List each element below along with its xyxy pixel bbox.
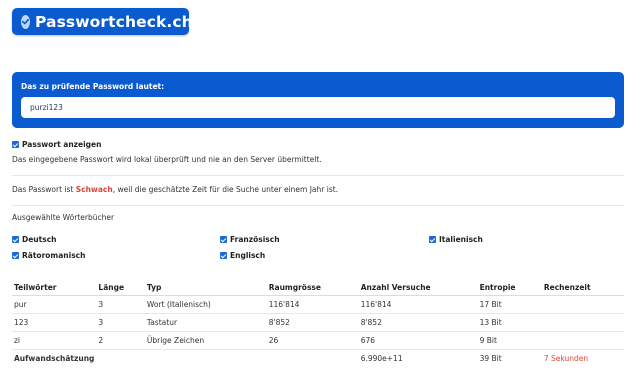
- checkbox-checked-icon[interactable]: [429, 236, 436, 243]
- dictionary-italienisch[interactable]: Italienisch: [429, 235, 483, 244]
- analysis-table: Teilwörter Länge Typ Raumgrösse Anzahl V…: [12, 280, 624, 367]
- table-cell: [541, 295, 624, 314]
- brand-logo[interactable]: Passwortcheck.ch: [12, 8, 193, 35]
- table-cell: Wort (Italienisch): [144, 295, 267, 314]
- dictionary-franzoesisch[interactable]: Französisch: [220, 235, 280, 244]
- brand-name: Passwortcheck.ch: [35, 12, 193, 31]
- table-cell: pur: [12, 295, 97, 314]
- table-cell: Tastatur: [144, 313, 267, 332]
- show-password-label: Passwort anzeigen: [22, 140, 102, 149]
- dictionary-label: Französisch: [230, 235, 280, 244]
- dictionary-label: Englisch: [230, 251, 266, 260]
- privacy-info-text: Das eingegebene Passwort wird lokal über…: [12, 155, 322, 164]
- table-cell: 17 Bit: [477, 295, 542, 314]
- divider: [12, 205, 624, 206]
- table-cell: [541, 313, 624, 332]
- column-header: Länge: [96, 280, 145, 296]
- table-cell: 3: [96, 313, 145, 332]
- table-cell: [96, 349, 144, 367]
- table-cell: 676: [358, 331, 478, 350]
- verdict-suffix: , weil die geschätzte Zeit für die Suche…: [112, 185, 339, 194]
- checkbox-checked-icon[interactable]: [12, 236, 19, 243]
- dictionary-deutsch[interactable]: Deutsch: [12, 235, 57, 244]
- dictionary-label: Deutsch: [22, 235, 57, 244]
- computation-time: 7 Sekunden: [543, 353, 589, 363]
- summary-label: Aufwandschätzung: [14, 353, 95, 363]
- total-entropy: 39 Bit: [479, 353, 502, 363]
- table-cell: [541, 331, 624, 350]
- checkbox-checked-icon[interactable]: [220, 252, 227, 259]
- summary-row: Aufwandschätzung 6.990e+11 39 Bit 7 Seku…: [12, 349, 624, 367]
- table-cell: 3: [96, 295, 145, 314]
- password-card: Das zu prüfende Password lautet:: [12, 72, 624, 128]
- total-attempts: 6.990e+11: [360, 353, 403, 363]
- table-cell: 2: [96, 331, 145, 350]
- dictionary-englisch[interactable]: Englisch: [220, 251, 265, 260]
- password-input[interactable]: [21, 97, 615, 118]
- dictionary-raetoromanisch[interactable]: Rätoromanisch: [12, 251, 85, 260]
- table-cell: 9 Bit: [477, 331, 542, 350]
- dictionaries-title: Ausgewählte Wörterbücher: [12, 213, 115, 222]
- dictionary-label: Italienisch: [439, 235, 483, 244]
- verdict-prefix: Das Passwort ist: [12, 185, 76, 194]
- table-row: zi 2 Übrige Zeichen 26 676 9 Bit: [12, 331, 624, 350]
- column-header: Typ: [144, 280, 267, 296]
- checkmark-icon: [21, 14, 30, 29]
- show-password-toggle[interactable]: Passwort anzeigen: [12, 140, 101, 149]
- table-cell: [267, 349, 359, 367]
- password-label: Das zu prüfende Password lautet:: [21, 82, 165, 91]
- checkbox-checked-icon[interactable]: [220, 236, 227, 243]
- checkbox-checked-icon[interactable]: [12, 141, 19, 148]
- table-row: 123 3 Tastatur 8'852 8'852 13 Bit: [12, 313, 624, 332]
- column-header: Entropie: [477, 280, 542, 296]
- table-row: pur 3 Wort (Italienisch) 116'814 116'814…: [12, 295, 624, 314]
- table-cell: 26: [266, 331, 359, 350]
- table-cell: 8'852: [358, 313, 478, 332]
- table-cell: Übrige Zeichen: [144, 331, 267, 350]
- checkbox-checked-icon[interactable]: [12, 252, 19, 259]
- dictionary-label: Rätoromanisch: [22, 251, 86, 260]
- table-cell: zi: [12, 331, 97, 350]
- column-header: Rechenzeit: [541, 280, 624, 296]
- table-header-row: Teilwörter Länge Typ Raumgrösse Anzahl V…: [12, 280, 624, 296]
- column-header: Anzahl Versuche: [358, 280, 478, 296]
- table-cell: 116'814: [358, 295, 478, 314]
- table-cell: 123: [12, 313, 97, 332]
- table-cell: 116'814: [266, 295, 359, 314]
- table-cell: 8'852: [266, 313, 359, 332]
- divider: [12, 175, 624, 176]
- table-cell: [145, 349, 267, 367]
- table-cell: 13 Bit: [477, 313, 542, 332]
- verdict-text: Das Passwort ist Schwach, weil die gesch…: [12, 185, 338, 194]
- column-header: Teilwörter: [12, 280, 97, 296]
- strength-badge: Schwach: [75, 185, 113, 194]
- column-header: Raumgrösse: [266, 280, 359, 296]
